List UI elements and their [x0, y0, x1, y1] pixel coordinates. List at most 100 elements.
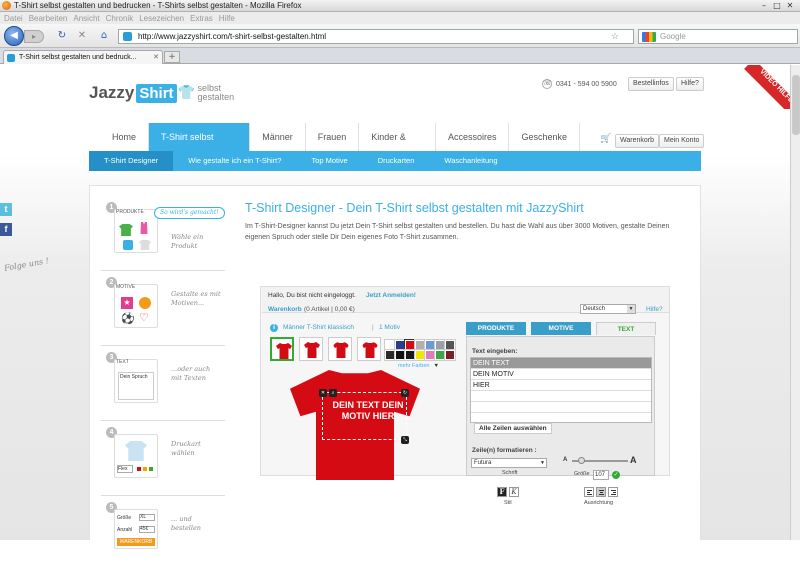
how-to-bubble[interactable]: So wird's gemacht!	[154, 207, 225, 219]
color-swatch[interactable]	[424, 339, 436, 351]
nav-maenner[interactable]: Männer	[250, 123, 306, 151]
step-1[interactable]: 1 PRODUKTE So wird's gemacht! Wähle ein …	[101, 201, 225, 271]
color-swatch[interactable]	[444, 339, 456, 351]
color-swatch[interactable]	[414, 339, 426, 351]
tab-close-icon[interactable]: ✕	[153, 53, 159, 61]
bold-button[interactable]: F	[497, 487, 507, 497]
color-swatch[interactable]	[424, 349, 436, 361]
logo-tagline: selbst gestalten	[197, 83, 235, 102]
step-3[interactable]: 3 TEXT Dein Spruch ...oder auch mit Text…	[101, 351, 225, 421]
back-button[interactable]: ◀	[4, 26, 24, 46]
color-swatch[interactable]	[404, 339, 416, 351]
twitter-icon[interactable]: t	[0, 203, 12, 216]
text-line[interactable]: HIER	[471, 380, 651, 391]
product-thumb-tshirt[interactable]	[270, 337, 294, 361]
text-line[interactable]	[471, 391, 651, 402]
select-all-lines-button[interactable]: Alle Zeilen auswählen	[474, 423, 552, 434]
facebook-icon[interactable]: f	[0, 223, 12, 236]
tab-text[interactable]: TEXT	[596, 322, 656, 335]
product-thumb-tshirt-2[interactable]	[299, 337, 323, 361]
scrollbar-thumb[interactable]	[792, 75, 800, 135]
align-right-icon[interactable]	[608, 487, 618, 497]
color-swatch[interactable]	[384, 349, 396, 361]
shirt-design-text[interactable]: DEIN TEXT DEIN MOTIV HIER	[330, 400, 406, 422]
color-swatch[interactable]	[414, 349, 426, 361]
product-thumb-hoodie[interactable]	[328, 337, 352, 361]
product-thumb-hoodie-2[interactable]	[357, 337, 381, 361]
designer-help-link[interactable]: Hilfe?	[646, 306, 663, 313]
more-colors-link[interactable]: mehr Farben ▼	[398, 363, 439, 369]
menu-chronik[interactable]: Chronik	[106, 14, 134, 23]
color-swatch[interactable]	[394, 339, 406, 351]
italic-button[interactable]: K	[509, 487, 519, 497]
minimize-icon[interactable]: –	[758, 1, 770, 10]
browser-tab[interactable]: T-Shirt selbst gestalten und bedruck... …	[3, 50, 163, 64]
text-line[interactable]: DEIN TEXT	[471, 358, 651, 369]
tab-motive[interactable]: MOTIVE	[531, 322, 591, 335]
product-name[interactable]: Männer T-Shirt klassisch	[283, 324, 354, 331]
nav-home[interactable]: Home	[100, 123, 150, 151]
bookmark-star-icon[interactable]: ☆	[611, 31, 619, 42]
mein-konto-button[interactable]: Mein Konto	[659, 134, 705, 148]
step-4[interactable]: 4 Flex Druckart wählen	[101, 426, 225, 496]
menu-extras[interactable]: Extras	[190, 14, 213, 23]
page-scrollbar[interactable]	[790, 65, 800, 540]
align-center-icon[interactable]	[596, 487, 606, 497]
menu-hilfe[interactable]: Hilfe	[219, 14, 235, 23]
font-select[interactable]: Futura ▼	[471, 458, 547, 468]
menu-datei[interactable]: Datei	[4, 14, 23, 23]
color-swatch[interactable]	[434, 349, 446, 361]
forward-button[interactable]: ▸	[24, 30, 44, 43]
text-line[interactable]: DEIN MOTIV	[471, 369, 651, 380]
zoom-handle-icon[interactable]: ⌕	[329, 389, 337, 397]
nav-kinder-babys[interactable]: Kinder & Babys	[359, 123, 436, 170]
color-swatch[interactable]	[444, 349, 456, 361]
text-line[interactable]	[471, 402, 651, 413]
motive-count[interactable]: 1 Motiv	[379, 324, 400, 331]
warenkorb-button[interactable]: Warenkorb	[615, 134, 659, 148]
delete-handle-icon[interactable]: ✕	[319, 389, 327, 397]
color-swatch[interactable]	[434, 339, 446, 351]
bestellinfos-button[interactable]: Bestellinfos	[628, 77, 674, 91]
close-icon[interactable]: ✕	[784, 1, 796, 10]
menu-ansicht[interactable]: Ansicht	[73, 14, 99, 23]
menu-lesezeichen[interactable]: Lesezeichen	[139, 14, 184, 23]
url-bar[interactable]: http://www.jazzyshirt.com/t-shirt-selbst…	[118, 29, 634, 44]
new-tab-button[interactable]: +	[164, 51, 180, 63]
tab-produkte[interactable]: PRODUKTE	[466, 322, 526, 335]
size-slider[interactable]	[572, 457, 628, 464]
color-swatch[interactable]	[404, 349, 416, 361]
nav-accessoires[interactable]: Accessoires	[436, 123, 510, 151]
subnav-waschanleitung[interactable]: Waschanleitung	[429, 151, 512, 171]
color-swatch[interactable]	[394, 349, 406, 361]
subnav-how-to[interactable]: Wie gestalte ich ein T-Shirt?	[173, 151, 296, 171]
subnav-druckarten[interactable]: Druckarten	[363, 151, 430, 171]
info-icon[interactable]: i	[270, 324, 278, 332]
video-help-badge[interactable]: VIDEO HILFE	[744, 65, 790, 109]
designer-cart-link[interactable]: Warenkorb	[268, 306, 302, 313]
resize-handle-icon[interactable]: ⤡	[401, 436, 409, 444]
step-2[interactable]: 2 MOTIVE ★ ⚽ ♡ Gestalte es mit Motiven..…	[101, 276, 225, 346]
nav-frauen[interactable]: Frauen	[306, 123, 360, 151]
home-icon[interactable]: ⌂	[98, 30, 110, 42]
nav-geschenke[interactable]: Geschenke	[509, 123, 580, 151]
slider-knob[interactable]	[578, 457, 585, 464]
rotate-handle-icon[interactable]: ↻	[401, 389, 409, 397]
help-button[interactable]: Hilfe?	[676, 77, 704, 91]
align-left-icon[interactable]	[584, 487, 594, 497]
maximize-icon[interactable]: □	[771, 1, 783, 10]
site-logo[interactable]: Jazzy Shirt 👕 selbst gestalten	[89, 81, 238, 105]
subnav-tshirt-designer[interactable]: T-Shirt Designer	[89, 151, 174, 171]
step-5[interactable]: 5 Größe XL Anzahl 45€ WARENKORB ... und …	[101, 501, 225, 571]
size-input[interactable]: 107	[593, 470, 609, 480]
language-select[interactable]: Deutsch ▼	[580, 304, 636, 314]
reload-icon[interactable]: ↻	[56, 30, 68, 42]
stop-icon[interactable]: ✕	[76, 30, 88, 42]
login-link[interactable]: Jetzt Anmelden!	[366, 292, 416, 299]
menu-bearbeiten[interactable]: Bearbeiten	[29, 14, 68, 23]
nav-tshirt-gestalten[interactable]: T-Shirt selbst gestalten	[149, 123, 251, 170]
apply-size-icon[interactable]: ✓	[612, 471, 620, 479]
search-bar[interactable]: Google	[638, 29, 798, 44]
subnav-top-motive[interactable]: Top Motive	[296, 151, 362, 171]
color-swatch[interactable]	[384, 339, 396, 351]
